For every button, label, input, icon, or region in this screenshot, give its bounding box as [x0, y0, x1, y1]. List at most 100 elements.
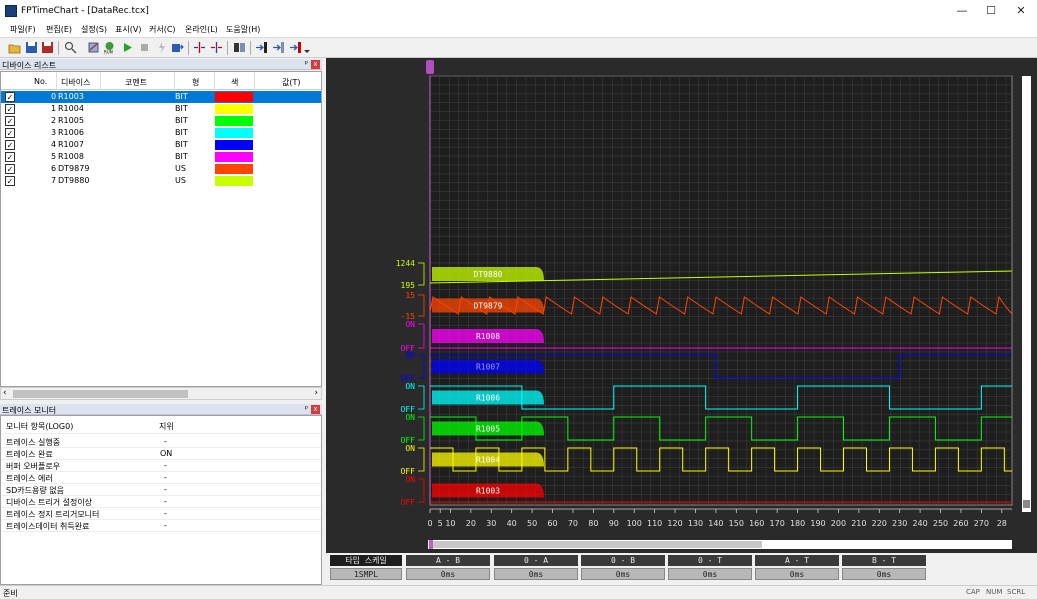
menu-online[interactable]: 온라인(L) — [185, 24, 218, 35]
pin-icon[interactable]: ᵖ — [305, 59, 308, 68]
maximize-button[interactable]: ☐ — [984, 4, 998, 18]
search-icon[interactable] — [64, 41, 77, 54]
row-color-swatch[interactable] — [215, 152, 253, 162]
col-color[interactable]: 색 — [231, 77, 238, 88]
jump-a-icon[interactable] — [255, 41, 268, 54]
trace-item: 트레이스 실행중 — [6, 438, 61, 447]
device-row[interactable]: ✓ 4 R1007 BIT — [1, 139, 321, 151]
x-tick-label: 130 — [688, 519, 703, 528]
chart-hscroll-thumb — [430, 541, 762, 548]
trace-state: - — [164, 521, 167, 530]
menu-edit[interactable]: 편집(E) — [46, 24, 72, 35]
cursor-a-icon[interactable] — [193, 41, 206, 54]
device-row[interactable]: ✓ 0 R1003 BIT — [1, 91, 321, 103]
toolbar-separator — [58, 41, 59, 55]
measure-label: A - B — [406, 555, 490, 566]
row-checkbox[interactable]: ✓ — [5, 116, 15, 126]
pin-icon[interactable]: ᵖ — [305, 404, 308, 413]
col-value[interactable]: 값(T) — [282, 77, 301, 88]
signal-hi-label: ON — [405, 413, 415, 422]
menu-file[interactable]: 파일(F) — [10, 24, 36, 35]
minimize-button[interactable]: — — [955, 4, 969, 18]
row-checkbox[interactable]: ✓ — [5, 176, 15, 186]
close-icon[interactable]: x — [311, 60, 320, 69]
row-type: BIT — [175, 116, 188, 125]
col-type[interactable]: 형 — [192, 77, 199, 88]
play-icon[interactable] — [121, 41, 134, 54]
time-chart-area[interactable]: 1244 195 DT9880 15 -15 DT9879 ON OFF R1008 ON OFF R… — [326, 58, 1037, 584]
menu-cursor[interactable]: 커서(C) — [149, 24, 176, 35]
x-tick-label: 140 — [708, 519, 723, 528]
col-device[interactable]: 디바이스 — [61, 77, 90, 88]
row-color-swatch[interactable] — [215, 104, 253, 114]
trace-row: 트레이스 정지 트리거모니터 - — [1, 508, 321, 520]
signal-hi-label: 15 — [405, 291, 415, 300]
signal-name-label: DT9879 — [474, 302, 503, 311]
row-color-swatch[interactable] — [215, 140, 253, 150]
measure-a-b: A - B 0ms — [406, 553, 490, 581]
scroll-thumb[interactable] — [13, 390, 188, 398]
row-checkbox[interactable]: ✓ — [5, 92, 15, 102]
row-no: 6 — [51, 164, 57, 173]
title-bar: FPTimeChart - [DataRec.tcx] — ☐ ✕ — [0, 0, 1037, 22]
open-icon[interactable] — [8, 41, 21, 54]
jump-b-icon[interactable] — [272, 41, 285, 54]
x-tick-label: 200 — [831, 519, 846, 528]
stop-icon[interactable] — [138, 41, 151, 54]
device-row[interactable]: ✓ 5 R1008 BIT — [1, 151, 321, 163]
measure-0-t: 0 - T 0ms — [668, 553, 752, 581]
run-icon[interactable]: RUN — [103, 41, 116, 54]
measure-value: 0ms — [581, 568, 665, 580]
settings-icon[interactable] — [87, 41, 100, 54]
close-button[interactable]: ✕ — [1014, 4, 1028, 18]
trace-item: 트레이스 정지 트리거모니터 — [6, 510, 100, 519]
row-color-swatch[interactable] — [215, 164, 253, 174]
row-checkbox[interactable]: ✓ — [5, 104, 15, 114]
trace-item: 트레이스데이터 취득완료 — [6, 522, 90, 531]
menu-view[interactable]: 표시(V) — [115, 24, 141, 35]
x-tick-label: 5 — [438, 519, 443, 528]
trace-row: 트레이스 완료 ON — [1, 448, 321, 460]
measure-value: 0ms — [842, 568, 926, 580]
cursor-handle — [426, 60, 434, 74]
compare-icon[interactable] — [233, 41, 246, 54]
device-row[interactable]: ✓ 7 DT9880 US — [1, 175, 321, 187]
row-checkbox[interactable]: ✓ — [5, 140, 15, 150]
device-list-hscrollbar[interactable]: ‹ › — [0, 387, 322, 400]
row-device: R1004 — [58, 104, 84, 113]
x-tick-label: 70 — [568, 519, 578, 528]
jump-t-icon[interactable] — [289, 41, 302, 54]
row-color-swatch[interactable] — [215, 92, 253, 102]
col-comment[interactable]: 코멘트 — [125, 77, 147, 88]
row-color-swatch[interactable] — [215, 128, 253, 138]
scroll-right-icon[interactable]: › — [314, 388, 318, 398]
row-color-swatch[interactable] — [215, 116, 253, 126]
menu-settings[interactable]: 설정(S) — [81, 24, 107, 35]
save-as-icon[interactable] — [41, 41, 54, 54]
row-no: 0 — [51, 92, 57, 101]
row-no: 3 — [51, 128, 57, 137]
device-row[interactable]: ✓ 3 R1006 BIT — [1, 127, 321, 139]
device-row[interactable]: ✓ 2 R1005 BIT — [1, 115, 321, 127]
time-chart[interactable]: 1244195DT988015-15DT9879ONOFFR1008ONOFFR… — [326, 58, 1037, 553]
close-icon[interactable]: x — [311, 405, 320, 414]
measure-0-b: 0 - B 0ms — [581, 553, 665, 581]
time-scale-box[interactable]: 타임 스케일 1SMPL — [330, 553, 402, 581]
row-checkbox[interactable]: ✓ — [5, 152, 15, 162]
scroll-left-icon[interactable]: ‹ — [3, 388, 7, 398]
row-device: DT9879 — [58, 164, 90, 173]
dropdown-icon[interactable] — [303, 41, 311, 54]
menu-help[interactable]: 도움말(H) — [226, 24, 260, 35]
export-icon[interactable] — [171, 41, 184, 54]
time-scale-value[interactable]: 1SMPL — [330, 568, 402, 580]
row-checkbox[interactable]: ✓ — [5, 128, 15, 138]
row-color-swatch[interactable] — [215, 176, 253, 186]
cursor-b-icon[interactable] — [210, 41, 223, 54]
row-checkbox[interactable]: ✓ — [5, 164, 15, 174]
trigger-icon[interactable] — [155, 41, 168, 54]
col-no[interactable]: No. — [34, 77, 47, 86]
device-row[interactable]: ✓ 6 DT9879 US — [1, 163, 321, 175]
device-list-header: No. 디바이스 코멘트 형 색 값(T) — [1, 72, 321, 90]
device-row[interactable]: ✓ 1 R1004 BIT — [1, 103, 321, 115]
save-icon[interactable] — [25, 41, 38, 54]
